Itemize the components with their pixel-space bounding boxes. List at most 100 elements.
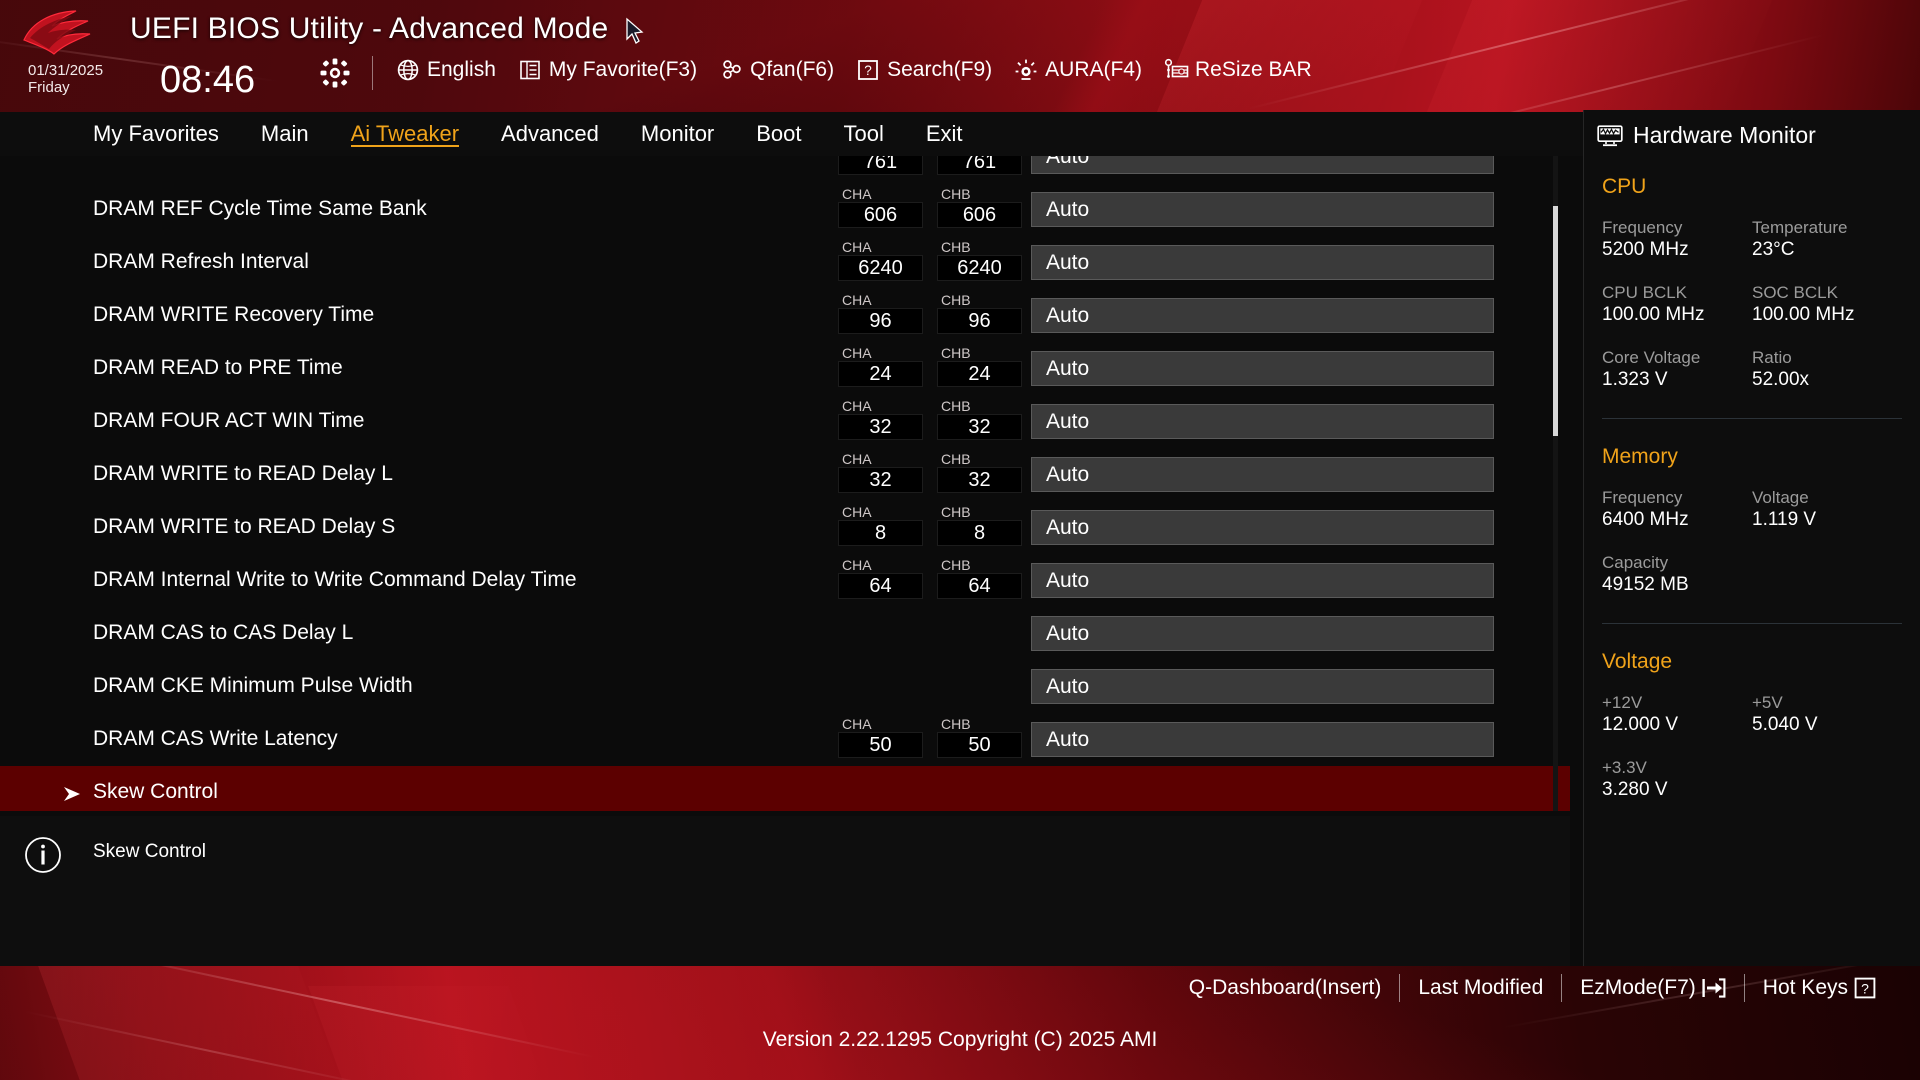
aura-button[interactable]: AURA(F4)	[1014, 58, 1155, 82]
rog-logo	[18, 10, 96, 56]
qfan-button[interactable]: Qfan(F6)	[719, 58, 847, 82]
hw-metric-label: Frequency	[1602, 218, 1683, 237]
hw-metric: Voltage 1.119 V	[1752, 487, 1902, 532]
channel-a-label: CHA	[842, 345, 872, 361]
nav-item-ai-tweaker[interactable]: Ai Tweaker	[330, 112, 480, 156]
channel-a-value: 64	[838, 573, 923, 599]
decor-shard	[1149, 0, 1431, 112]
info-icon	[24, 836, 62, 874]
hw-section-title: Voltage	[1602, 650, 1673, 673]
channel-a-label: CHA	[842, 239, 872, 255]
settings-row-selected[interactable]: Skew Control	[0, 766, 1570, 811]
search-button[interactable]: ? Search(F9)	[856, 58, 1005, 82]
hw-metric: Frequency 6400 MHz	[1602, 487, 1752, 532]
hw-metric-value: 6400 MHz	[1602, 509, 1689, 530]
hw-metric-value: 100.00 MHz	[1602, 304, 1705, 325]
settings-row-value-field[interactable]: Auto	[1031, 245, 1494, 280]
settings-row-label: DRAM WRITE Recovery Time	[93, 303, 375, 326]
hw-metric-label: Core Voltage	[1602, 348, 1701, 367]
channel-a-value: 32	[838, 414, 923, 440]
channel-a-group: CHA 96	[838, 292, 923, 334]
settings-row[interactable]: DRAM WRITE to READ Delay S CHA 8 CHB 8 Auto	[0, 501, 1570, 554]
settings-row-label: DRAM WRITE to READ Delay L	[93, 462, 393, 485]
channel-a-group: CHA 50	[838, 716, 923, 758]
settings-row[interactable]: CHA761 CHB761 Auto	[0, 156, 1570, 183]
aura-label: AURA(F4)	[1045, 58, 1142, 81]
nav-item-monitor[interactable]: Monitor	[620, 112, 735, 156]
channel-b-group: CHB761	[937, 156, 1022, 175]
settings-row-value-field[interactable]: Auto	[1031, 563, 1494, 598]
decor-shard	[1423, 0, 1777, 112]
settings-row-value-field[interactable]: Auto	[1031, 404, 1494, 439]
settings-row-value-field[interactable]: Auto	[1031, 457, 1494, 492]
resize-bar-icon	[1164, 58, 1189, 82]
channel-a-value: 96	[838, 308, 923, 334]
settings-row[interactable]: DRAM WRITE Recovery Time CHA 96 CHB 96 Auto	[0, 289, 1570, 342]
gear-icon[interactable]	[320, 58, 350, 88]
scrollbar-thumb[interactable]	[1553, 206, 1558, 436]
fan-icon	[719, 58, 743, 82]
settings-row-label: DRAM Refresh Interval	[93, 250, 309, 273]
nav-item-exit[interactable]: Exit	[905, 112, 984, 156]
settings-row-value-field[interactable]: Auto	[1031, 722, 1494, 757]
settings-row[interactable]: DRAM FOUR ACT WIN Time CHA 32 CHB 32 Auto	[0, 395, 1570, 448]
nav-item-boot[interactable]: Boot	[735, 112, 822, 156]
settings-row-value-field[interactable]: Auto	[1031, 298, 1494, 333]
settings-row-value-field[interactable]: Auto	[1031, 192, 1494, 227]
settings-row[interactable]: DRAM REF Cycle Time Same Bank CHA 606 CHB 60…	[0, 183, 1570, 236]
hw-metric: Frequency 5200 MHz	[1602, 217, 1752, 262]
settings-row[interactable]: DRAM WRITE to READ Delay L CHA 32 CHB 32 Auto	[0, 448, 1570, 501]
settings-row-value-field[interactable]: Auto	[1031, 616, 1494, 651]
nav-item-main[interactable]: Main	[240, 112, 330, 156]
hardware-monitor-title: Hardware Monitor	[1584, 110, 1920, 149]
channel-b-group: CHB 8	[937, 504, 1022, 546]
footer-link-hot-keys[interactable]: Hot Keys?	[1745, 976, 1894, 1000]
qfan-label: Qfan(F6)	[750, 58, 835, 81]
header-tools: English My Favorite(F3) Qfan(F6) ? Searc…	[396, 58, 1334, 82]
my-favorite-button[interactable]: My Favorite(F3)	[518, 58, 710, 82]
nav-item-tool[interactable]: Tool	[823, 112, 905, 156]
settings-row[interactable]: DRAM Internal Write to Write Command Del…	[0, 554, 1570, 607]
nav-item-advanced[interactable]: Advanced	[480, 112, 620, 156]
settings-row-value-field[interactable]: Auto	[1031, 156, 1494, 174]
settings-row-value-field[interactable]: Auto	[1031, 351, 1494, 386]
footer-links: Q-Dashboard(Insert) Last Modified EzMode(F…	[1171, 974, 1894, 1002]
footer-link-q-dashboard-insert-[interactable]: Q-Dashboard(Insert)	[1171, 976, 1400, 1000]
hw-section-cpu: CPU Frequency 5200 MHz Temperature 23°C CPU B…	[1584, 175, 1920, 412]
channel-b-value: 606	[937, 202, 1022, 228]
footer-link-last-modified[interactable]: Last Modified	[1400, 976, 1561, 1000]
settings-row[interactable]: DRAM CKE Minimum Pulse Width Auto	[0, 660, 1570, 713]
settings-row[interactable]: DRAM Refresh Interval CHA 6240 CHB 6240 Auto	[0, 236, 1570, 289]
settings-row-value-field[interactable]: Auto	[1031, 669, 1494, 704]
settings-row[interactable]: DRAM READ to PRE Time CHA 24 CHB 24 Auto	[0, 342, 1570, 395]
settings-row-value-field[interactable]: Auto	[1031, 510, 1494, 545]
hw-metric: Core Voltage 1.323 V	[1602, 347, 1752, 392]
language-button[interactable]: English	[396, 58, 509, 82]
question-box-icon: ?	[856, 58, 880, 82]
channel-b-value: 6240	[937, 255, 1022, 281]
settings-row-label: Skew Control	[93, 780, 218, 803]
nav-item-label: Boot	[756, 121, 802, 146]
weekday-value: Friday	[28, 79, 70, 96]
channel-a-value: 32	[838, 467, 923, 493]
settings-row[interactable]: DRAM CAS to CAS Delay L Auto	[0, 607, 1570, 660]
hw-metric-value: 1.119 V	[1752, 509, 1817, 530]
submenu-arrow-icon	[63, 786, 81, 802]
channel-b-group: CHB 50	[937, 716, 1022, 758]
channel-a-value: 761	[838, 156, 923, 175]
settings-row[interactable]: DRAM CAS Write Latency CHA 50 CHB 50 Auto	[0, 713, 1570, 766]
footer-link-ezmode-f7-[interactable]: EzMode(F7)	[1562, 976, 1744, 1000]
channel-b-label: CHB	[941, 557, 971, 573]
channel-values: CHA761 CHB761	[838, 156, 1022, 175]
hw-metric: +12V 12.000 V	[1602, 692, 1752, 737]
channel-b-group: CHB 64	[937, 557, 1022, 599]
hw-metric-label: +12V	[1602, 693, 1643, 712]
resize-bar-button[interactable]: ReSize BAR	[1164, 58, 1325, 82]
hw-metric-value: 1.323 V	[1602, 369, 1668, 390]
channel-b-group: CHB 606	[937, 186, 1022, 228]
hw-metric-value: 52.00x	[1752, 369, 1810, 390]
hw-section-grid: Frequency 5200 MHz Temperature 23°C CPU BCLK…	[1602, 217, 1902, 412]
channel-a-group: CHA 24	[838, 345, 923, 387]
nav-item-my-favorites[interactable]: My Favorites	[72, 112, 240, 156]
svg-text:?: ?	[864, 63, 872, 78]
